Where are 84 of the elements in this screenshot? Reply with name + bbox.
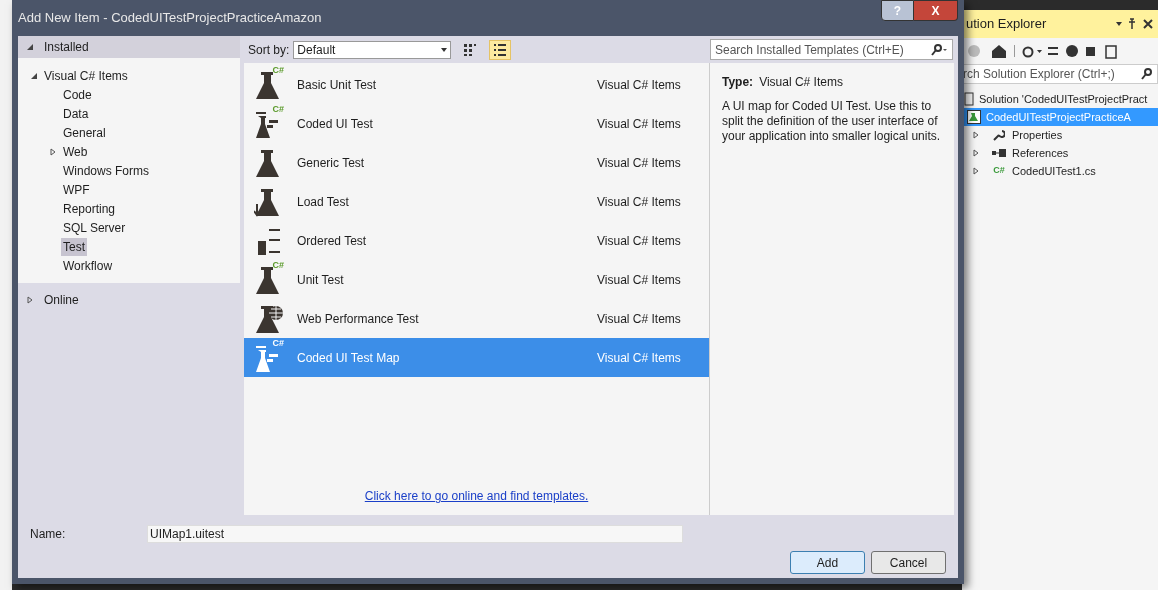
collapsed-arrow-icon[interactable]	[972, 149, 980, 157]
tree-item-label: CodedUITest1.cs	[1012, 163, 1096, 179]
template-category: Visual C# Items	[597, 349, 681, 367]
csharp-label: C#	[272, 104, 284, 114]
tree-row[interactable]: Properties	[962, 126, 1158, 144]
name-label: Name:	[30, 526, 67, 543]
template-row[interactable]: Generic Test Visual C# Items	[244, 143, 709, 182]
section-header[interactable]: Online	[18, 289, 240, 311]
template-category: Visual C# Items	[597, 271, 681, 289]
close-button[interactable]: X	[914, 0, 958, 21]
csharp-label: C#	[272, 338, 284, 348]
tree-item-label: Solution 'CodedUITestProjectPract	[979, 91, 1148, 107]
template-row[interactable]: C# Basic Unit Test Visual C# Items	[244, 65, 709, 104]
csharp-label: C#	[272, 260, 284, 270]
sort-dropdown[interactable]: Default	[293, 40, 452, 59]
template-row[interactable]: Web Performance Test Visual C# Items	[244, 299, 709, 338]
add-button[interactable]: Add	[790, 551, 865, 574]
tree-item[interactable]: Reporting	[61, 199, 118, 218]
tree-row[interactable]: Solution 'CodedUITestProjectPract	[962, 90, 1158, 108]
list-icon	[493, 42, 508, 57]
csharp-label: C#	[272, 65, 284, 75]
section-label: Installed	[44, 39, 89, 56]
template-category: Visual C# Items	[597, 193, 681, 211]
search-icon	[930, 43, 948, 56]
search-field[interactable]: Search Installed Templates (Ctrl+E)	[710, 39, 953, 60]
template-category: Visual C# Items	[597, 115, 681, 133]
tree-item[interactable]: SQL Server	[61, 218, 128, 237]
tree-item[interactable]: Web	[61, 142, 90, 161]
template-name: Load Test	[297, 193, 350, 211]
template-category: Visual C# Items	[597, 154, 681, 172]
template-name: Ordered Test	[297, 232, 368, 250]
template-name: Coded UI Test Map	[297, 349, 401, 367]
collapsed-arrow-icon[interactable]	[972, 131, 980, 139]
template-row[interactable]: C# Unit Test Visual C# Items	[244, 260, 709, 299]
tree-item-label: Properties	[1012, 127, 1063, 143]
panel-controls-icon	[1114, 18, 1154, 30]
template-name: Unit Test	[297, 271, 345, 289]
tree-row[interactable]: References	[962, 144, 1158, 162]
list-view-button[interactable]	[489, 39, 512, 60]
template-name: Web Performance Test	[297, 310, 420, 328]
template-row[interactable]: Ordered Test Visual C# Items	[244, 221, 709, 260]
search-field[interactable]: rch Solution Explorer (Ctrl+;)	[962, 64, 1158, 84]
tree-item[interactable]: Visual C# Items	[42, 66, 130, 85]
type-value: Visual C# Items	[759, 74, 843, 91]
template-description: A UI map for Coded UI Test. Use this to split the definition of the user interface of your application into smaller logical units.	[722, 99, 942, 144]
tree-item[interactable]: WPF	[61, 180, 92, 199]
online-templates-link[interactable]: Click here to go online and find templates.	[364, 487, 589, 505]
tree-item-label: References	[1012, 145, 1069, 161]
tree-item-label: CodedUITestProjectPracticeA	[986, 109, 1131, 125]
template-category: Visual C# Items	[597, 310, 681, 328]
grid-icon	[463, 42, 478, 57]
template-row[interactable]: C# Coded UI Test Visual C# Items	[244, 104, 709, 143]
references-icon	[992, 149, 1006, 157]
template-name: Coded UI Test	[297, 115, 374, 133]
panel-header: ution Explorer	[962, 10, 1158, 38]
collapsed-arrow-icon[interactable]	[26, 296, 34, 304]
template-name: Generic Test	[297, 154, 366, 172]
tree-item[interactable]: Windows Forms	[61, 161, 151, 180]
name-field[interactable]: UIMap1.uitest	[147, 525, 683, 543]
search-icon	[1141, 68, 1153, 80]
type-label: Type:	[722, 74, 754, 91]
tree-item[interactable]: Code	[61, 85, 94, 104]
template-category: Visual C# Items	[597, 76, 681, 94]
expanded-arrow-icon[interactable]	[30, 71, 38, 80]
solution-icon	[964, 92, 974, 106]
window-title: Add New Item - CodedUITestProjectPracticeAmazon	[18, 9, 322, 28]
template-category: Visual C# Items	[597, 232, 681, 250]
template-name: Basic Unit Test	[297, 76, 378, 94]
tree-item[interactable]: Test	[61, 237, 87, 256]
csharp-icon: C#	[993, 164, 1005, 178]
collapsed-arrow-icon[interactable]	[972, 167, 980, 175]
cancel-button[interactable]: Cancel	[871, 551, 946, 574]
section-label: Online	[44, 292, 79, 309]
tree-item[interactable]: General	[61, 123, 108, 142]
sort-label: Sort by:	[248, 41, 290, 59]
tree-item[interactable]: Workflow	[61, 256, 115, 275]
dropdown-arrow-icon	[441, 47, 448, 52]
flask-project-icon	[967, 110, 981, 124]
tree-row[interactable]: C# CodedUITest1.cs	[962, 162, 1158, 180]
expanded-arrow-icon[interactable]	[26, 43, 34, 51]
section-header[interactable]: Installed	[18, 36, 240, 58]
tree-item[interactable]: Data	[61, 104, 91, 123]
template-row[interactable]: Load Test Visual C# Items	[244, 182, 709, 221]
collapsed-arrow-icon[interactable]	[49, 147, 57, 156]
